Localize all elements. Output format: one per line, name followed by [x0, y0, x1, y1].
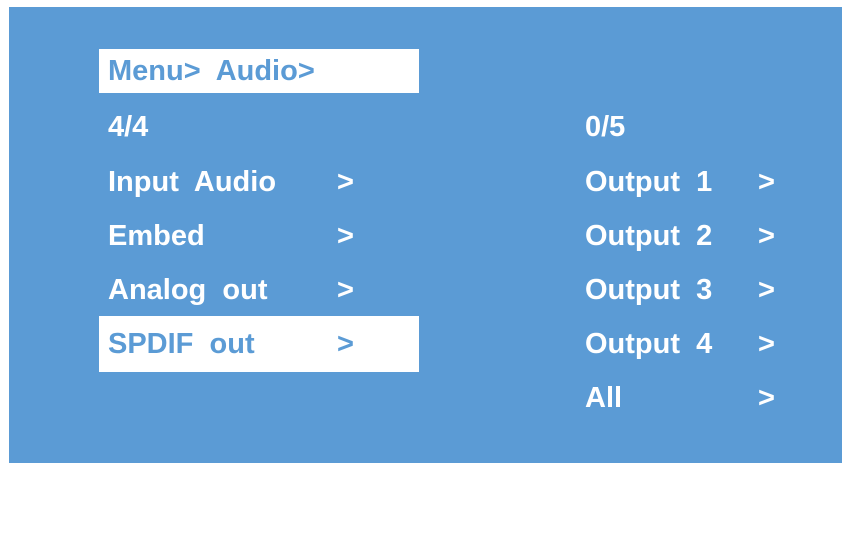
menu-item-label: Input Audio [108, 166, 277, 198]
chevron-right-icon: > [337, 166, 354, 198]
menu-screen: Menu> Audio> 4/4 Input Audio > Embed > A… [9, 7, 842, 463]
menu-item-analog-out[interactable]: Analog out > [99, 268, 418, 312]
right-page-indicator: 0/5 [585, 105, 815, 149]
chevron-right-icon: > [758, 166, 775, 198]
menu-item-label: Embed [108, 220, 205, 252]
chevron-right-icon: > [337, 220, 354, 252]
menu-item-label: SPDIF out [108, 328, 255, 360]
breadcrumb: Menu> Audio> [99, 49, 419, 93]
chevron-right-icon: > [337, 328, 354, 360]
menu-item-label: All [585, 382, 623, 414]
menu-item-input-audio[interactable]: Input Audio > [99, 160, 418, 204]
menu-item-label: Analog out [108, 274, 268, 306]
menu-item-label: Output 1 [585, 166, 713, 198]
chevron-right-icon: > [758, 220, 775, 252]
menu-item-output-2[interactable]: Output 2 > [576, 214, 806, 258]
menu-item-output-1[interactable]: Output 1 > [576, 160, 806, 204]
chevron-right-icon: > [337, 274, 354, 306]
menu-item-output-4[interactable]: Output 4 > [576, 322, 806, 366]
left-page-indicator: 4/4 [108, 105, 427, 149]
menu-item-label: Output 3 [585, 274, 713, 306]
chevron-right-icon: > [758, 382, 775, 414]
menu-item-label: Output 4 [585, 328, 713, 360]
right-page-indicator-text: 0/5 [585, 111, 626, 143]
chevron-right-icon: > [758, 328, 775, 360]
menu-item-all[interactable]: All > [576, 376, 806, 420]
menu-item-spdif-out[interactable]: SPDIF out > [99, 316, 419, 372]
menu-item-embed[interactable]: Embed > [99, 214, 418, 258]
breadcrumb-text: Menu> Audio> [108, 55, 315, 87]
menu-item-output-3[interactable]: Output 3 > [576, 268, 806, 312]
menu-item-label: Output 2 [585, 220, 713, 252]
left-page-indicator-text: 4/4 [108, 111, 149, 143]
chevron-right-icon: > [758, 274, 775, 306]
